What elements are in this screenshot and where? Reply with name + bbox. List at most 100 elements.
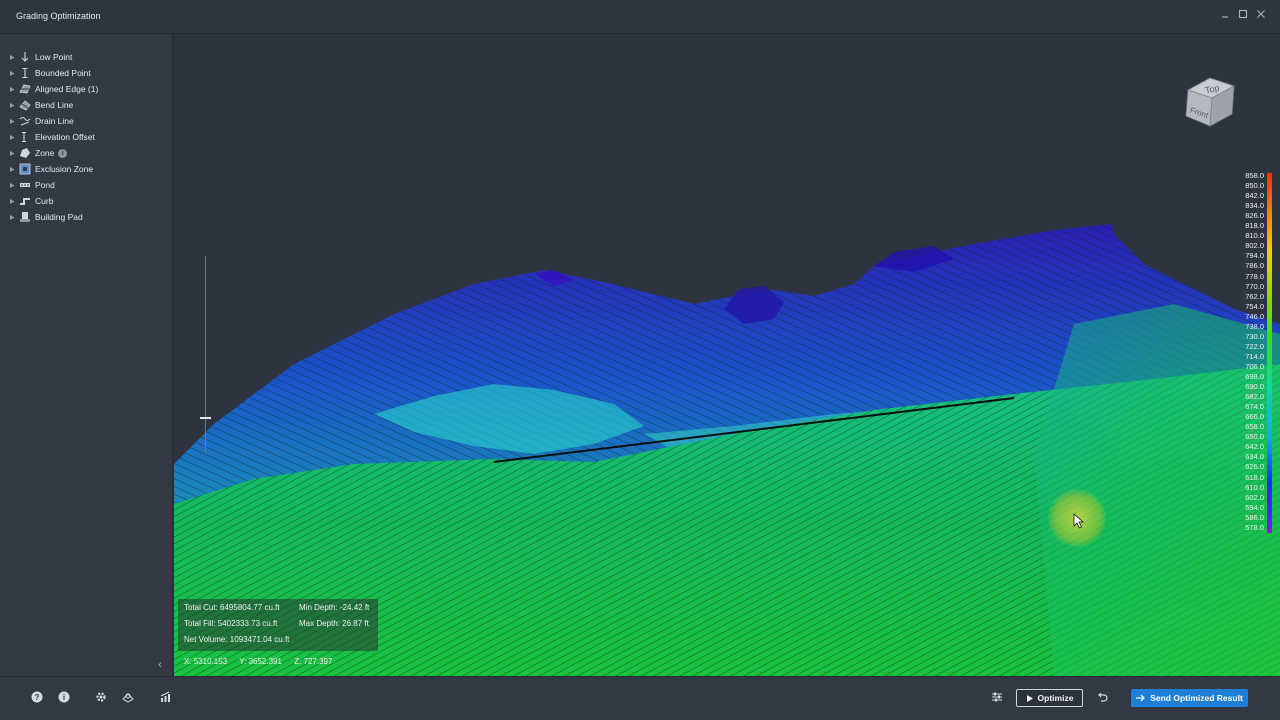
legend-value: 714.0	[1245, 351, 1264, 361]
legend-value: 706.0	[1245, 361, 1264, 371]
send-optimized-result-button[interactable]: Send Optimized Result	[1131, 689, 1248, 707]
legend-value: 578.0	[1245, 522, 1264, 532]
building-pad-icon	[19, 211, 31, 223]
sidebar-item-label: Zone	[35, 148, 55, 158]
expand-caret-icon[interactable]: ▶	[10, 70, 18, 77]
min-depth-text: Min Depth: -24.42 ft	[299, 603, 370, 612]
legend-value: 802.0	[1245, 241, 1264, 251]
expand-caret-icon[interactable]: ▶	[10, 134, 18, 141]
sidebar-item-low-point[interactable]: ▶ Low Point	[10, 50, 72, 64]
legend-value: 810.0	[1245, 231, 1264, 241]
play-icon	[1026, 694, 1033, 702]
gear-icon[interactable]	[94, 690, 108, 704]
expand-caret-icon[interactable]: ▶	[10, 182, 18, 189]
expand-caret-icon[interactable]: ▶	[10, 150, 18, 157]
elevation-offset-icon	[19, 131, 31, 143]
svg-text:?: ?	[35, 693, 40, 702]
aligned-edge-icon	[19, 83, 31, 95]
sidebar-item-label: Bounded Point	[35, 68, 91, 78]
sidebar-item-label: Pond	[35, 180, 55, 190]
legend-value: 634.0	[1245, 452, 1264, 462]
coord-z: Z: 727.397	[294, 657, 333, 666]
sidebar-item-label: Aligned Edge (1)	[35, 84, 99, 94]
maximize-icon[interactable]	[1236, 9, 1250, 23]
sidebar-item-label: Curb	[35, 196, 54, 206]
exclusion-zone-icon	[19, 163, 31, 175]
sidebar-item-exclusion-zone[interactable]: ▶ Exclusion Zone	[10, 162, 93, 176]
legend-value: 658.0	[1245, 422, 1264, 432]
sidebar-item-bend-line[interactable]: ▶ Bend Line	[10, 98, 73, 112]
ruler-tick	[200, 417, 211, 419]
expand-caret-icon[interactable]: ▶	[10, 166, 18, 173]
sidebar-item-aligned-edge[interactable]: ▶ Aligned Edge (1)	[10, 82, 98, 96]
optimize-button[interactable]: Optimize	[1016, 689, 1083, 707]
zone-icon	[19, 147, 31, 159]
low-point-icon	[19, 51, 31, 63]
legend-value: 834.0	[1245, 201, 1264, 211]
title-bar: Grading Optimization	[0, 0, 1280, 34]
info-icon[interactable]: i	[57, 690, 71, 704]
sidebar-item-label: Exclusion Zone	[35, 164, 94, 174]
legend-value: 778.0	[1245, 271, 1264, 281]
legend-value: 754.0	[1245, 301, 1264, 311]
report-chart-icon[interactable]	[159, 690, 173, 704]
optimize-label: Optimize	[1037, 693, 1074, 703]
legend-value: 730.0	[1245, 331, 1264, 341]
view-cube[interactable]: Top Front	[1178, 72, 1238, 132]
sidebar-item-curb[interactable]: ▶ Curb	[10, 194, 53, 208]
sidebar-item-label: Building Pad	[35, 212, 83, 222]
expand-caret-icon[interactable]: ▶	[10, 214, 18, 221]
sidebar-item-bounded-point[interactable]: ▶ Bounded Point	[10, 66, 91, 80]
sliders-icon[interactable]	[990, 690, 1004, 704]
3d-viewport[interactable]: Top Front 858.0 850.0 842.0 834.0 826.0 818.0…	[174, 34, 1280, 676]
terrain-surface	[174, 224, 1280, 676]
sidebar-item-label: Bend Line	[35, 100, 74, 110]
constraints-sidebar: ▶ Low Point ▶ Bounded Point ▶ Aligned Ed…	[0, 34, 173, 676]
coord-x: X: 5310.153	[184, 657, 228, 666]
legend-value: 858.0	[1245, 171, 1264, 180]
sidebar-item-elevation-offset[interactable]: ▶ Elevation Offset	[10, 130, 95, 144]
expand-caret-icon[interactable]: ▶	[10, 86, 18, 93]
sidebar-item-pond[interactable]: ▶ Pond	[10, 178, 55, 192]
sidebar-item-building-pad[interactable]: ▶ Building Pad	[10, 210, 83, 224]
total-cut-text: Total Cut: 6495804.77 cu.ft	[184, 603, 280, 612]
info-icon[interactable]: i	[58, 148, 68, 158]
expand-caret-icon[interactable]: ▶	[10, 118, 18, 125]
legend-value: 770.0	[1245, 281, 1264, 291]
sidebar-item-zone[interactable]: ▶ Zone i	[10, 146, 68, 160]
elevation-color-ramp	[1267, 173, 1272, 533]
legend-value: 650.0	[1245, 432, 1264, 442]
expand-caret-icon[interactable]: ▶	[10, 102, 18, 109]
close-icon[interactable]	[1254, 9, 1268, 23]
pond-icon	[19, 179, 31, 191]
expand-caret-icon[interactable]: ▶	[10, 54, 18, 61]
legend-value: 762.0	[1245, 291, 1264, 301]
legend-value: 786.0	[1245, 261, 1264, 271]
legend-value: 594.0	[1245, 502, 1264, 512]
legend-value: 674.0	[1245, 402, 1264, 412]
expand-caret-icon[interactable]: ▶	[10, 198, 18, 205]
surface-settings-icon[interactable]	[121, 690, 135, 704]
legend-value: 690.0	[1245, 382, 1264, 392]
elevation-legend: 858.0 850.0 842.0 834.0 826.0 818.0 810.0 802.0…	[1234, 171, 1278, 536]
send-label: Send Optimized Result	[1150, 693, 1243, 703]
undo-icon[interactable]	[1095, 690, 1109, 704]
sidebar-item-drain-line[interactable]: ▶ Drain Line	[10, 114, 74, 128]
mouse-cursor-icon	[1073, 513, 1085, 529]
legend-value: 818.0	[1245, 221, 1264, 231]
cursor-coordinates: X: 5310.153 Y: 3652.391 Z: 727.397	[184, 657, 342, 666]
sidebar-item-label: Drain Line	[35, 116, 74, 126]
net-volume-text: Net Volume: 1093471.04 cu.ft	[184, 635, 290, 644]
legend-value: 722.0	[1245, 341, 1264, 351]
help-icon[interactable]: ?	[30, 690, 44, 704]
drain-line-icon	[19, 115, 31, 127]
minimize-icon[interactable]	[1218, 9, 1232, 23]
bottom-toolbar: ? i Optimize Send Optimized Result	[0, 676, 1280, 720]
legend-value: 666.0	[1245, 412, 1264, 422]
max-depth-text: Max Depth: 26.87 ft	[299, 619, 369, 628]
svg-text:i: i	[63, 693, 65, 702]
legend-value: 626.0	[1245, 462, 1264, 472]
collapse-sidebar-button[interactable]: ‹	[154, 659, 166, 673]
send-arrow-icon	[1136, 694, 1146, 702]
legend-value: 794.0	[1245, 251, 1264, 261]
